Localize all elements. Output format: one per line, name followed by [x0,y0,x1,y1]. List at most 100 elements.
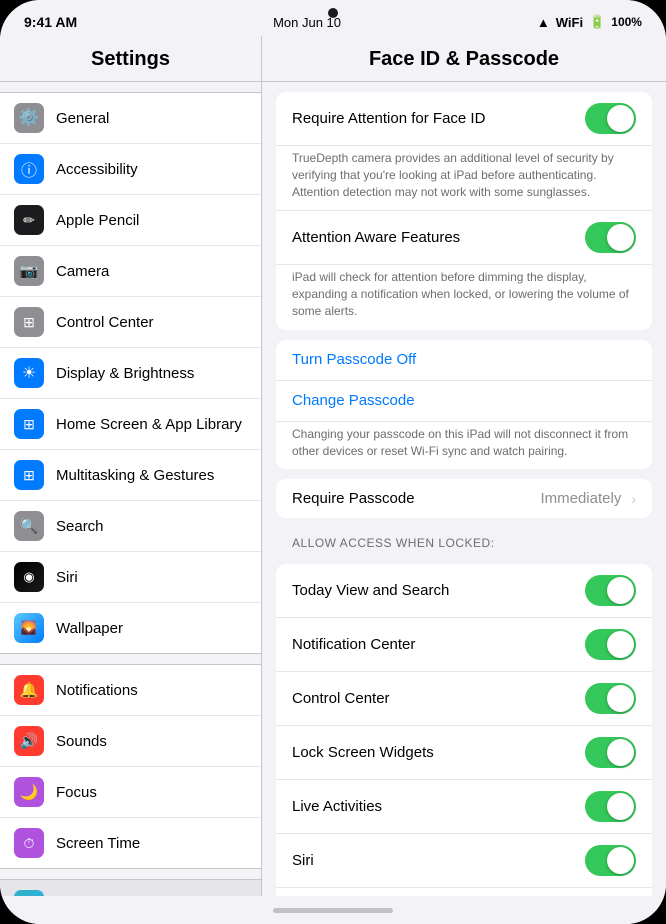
live-activities-knob [607,793,634,820]
sidebar-item-general[interactable]: ⚙️ General [0,93,261,144]
sidebar-section-2: 🔔 Notifications 🔊 Sounds 🌙 Focus ⏱ Scree… [0,664,261,869]
sidebar-item-siri[interactable]: ◉ Siri [0,552,261,603]
notifications-icon: 🔔 [14,675,44,705]
camera-label: Camera [56,263,109,280]
live-activities-label: Live Activities [292,798,585,815]
turn-passcode-off-row[interactable]: Turn Passcode Off [276,340,652,381]
require-attention-knob [607,105,634,132]
accessibility-icon: ⓘ [14,154,44,184]
status-bar: 9:41 AM Mon Jun 10 ▲ WiFi 🔋 100% [0,0,666,36]
require-passcode-row[interactable]: Require Passcode Immediately › [276,479,652,518]
attention-aware-knob [607,224,634,251]
sidebar-item-focus[interactable]: 🌙 Focus [0,767,261,818]
apple-pencil-label: Apple Pencil [56,212,139,229]
sidebar-title: Settings [0,36,261,82]
control-center-locked-toggle[interactable] [585,683,636,714]
control-center-label: Control Center [56,314,154,331]
attention-aware-row: Attention Aware Features [276,210,652,265]
require-attention-toggle[interactable] [585,103,636,134]
front-camera [328,8,338,18]
sounds-icon: 🔊 [14,726,44,756]
wifi-icon: ▲ [537,15,550,30]
multitasking-label: Multitasking & Gestures [56,467,214,484]
detail-title: Face ID & Passcode [262,36,666,82]
wallpaper-label: Wallpaper [56,620,123,637]
require-passcode-label: Require Passcode [292,490,540,507]
status-right: ▲ WiFi 🔋 100% [537,14,642,30]
focus-label: Focus [56,784,97,801]
attention-aware-toggle[interactable] [585,222,636,253]
lock-screen-widgets-knob [607,739,634,766]
today-view-knob [607,577,634,604]
notification-center-label: Notification Center [292,636,585,653]
siri-locked-knob [607,847,634,874]
live-activities-row: Live Activities [276,780,652,834]
control-center-locked-row: Control Center [276,672,652,726]
detail-section-locked-access: Today View and Search Notification Cente… [276,564,652,896]
siri-label: Siri [56,569,78,586]
general-icon: ⚙️ [14,103,44,133]
siri-locked-toggle[interactable] [585,845,636,876]
sidebar-item-control-center[interactable]: ⊞ Control Center [0,297,261,348]
sidebar-item-multitasking[interactable]: ⊞ Multitasking & Gestures [0,450,261,501]
wallpaper-icon: 🌄 [14,613,44,643]
sidebar-item-screen-time[interactable]: ⏱ Screen Time [0,818,261,868]
status-time: 9:41 AM [24,14,77,30]
sounds-label: Sounds [56,733,107,750]
passcode-desc: Changing your passcode on this iPad will… [276,422,652,470]
sidebar-item-notifications[interactable]: 🔔 Notifications [0,665,261,716]
change-passcode-row[interactable]: Change Passcode [276,381,652,422]
control-center-icon: ⊞ [14,307,44,337]
search-icon: 🔍 [14,511,44,541]
today-view-row: Today View and Search [276,564,652,618]
siri-locked-row: Siri [276,834,652,888]
battery-percent: 100% [611,15,642,29]
general-label: General [56,110,109,127]
require-passcode-value: Immediately [540,490,621,507]
apple-pencil-icon: ✏ [14,205,44,235]
camera-icon: 📷 [14,256,44,286]
sidebar-item-accessibility[interactable]: ⓘ Accessibility [0,144,261,195]
screen-time-icon: ⏱ [14,828,44,858]
control-center-locked-knob [607,685,634,712]
require-attention-label: Require Attention for Face ID [292,110,585,127]
sidebar-item-sounds[interactable]: 🔊 Sounds [0,716,261,767]
today-view-label: Today View and Search [292,582,585,599]
detail-section-passcode: Turn Passcode Off Change Passcode Changi… [276,340,652,470]
notification-center-row: Notification Center [276,618,652,672]
require-attention-row: Require Attention for Face ID [276,92,652,146]
sidebar-item-display[interactable]: ☀ Display & Brightness [0,348,261,399]
attention-aware-label: Attention Aware Features [292,229,585,246]
control-center-locked-label: Control Center [292,690,585,707]
screen: 9:41 AM Mon Jun 10 ▲ WiFi 🔋 100% Setting… [0,0,666,924]
sidebar-item-search[interactable]: 🔍 Search [0,501,261,552]
sidebar-item-apple-pencil[interactable]: ✏ Apple Pencil [0,195,261,246]
sidebar: Settings ⚙️ General ⓘ Accessibility ✏ Ap… [0,36,262,896]
lock-screen-widgets-toggle[interactable] [585,737,636,768]
today-view-toggle[interactable] [585,575,636,606]
siri-locked-label: Siri [292,852,585,869]
home-control-row: Home Control [276,888,652,896]
sidebar-item-wallpaper[interactable]: 🌄 Wallpaper [0,603,261,653]
wifi-strength: WiFi [556,15,583,30]
sidebar-section-1: ⚙️ General ⓘ Accessibility ✏ Apple Penci… [0,92,261,654]
notification-center-toggle[interactable] [585,629,636,660]
home-indicator [0,896,666,924]
sidebar-item-camera[interactable]: 📷 Camera [0,246,261,297]
screen-time-label: Screen Time [56,835,140,852]
home-bar [273,908,393,913]
sidebar-item-home-screen[interactable]: ⊞ Home Screen & App Library [0,399,261,450]
accessibility-label: Accessibility [56,161,138,178]
sidebar-item-face-id[interactable]: 👤 Face ID & Passcode [0,880,261,896]
change-passcode-label: Change Passcode [292,392,415,409]
allow-access-label: ALLOW ACCESS WHEN LOCKED: [276,528,652,554]
multitasking-icon: ⊞ [14,460,44,490]
lock-screen-widgets-row: Lock Screen Widgets [276,726,652,780]
notifications-label: Notifications [56,682,138,699]
main-content: Settings ⚙️ General ⓘ Accessibility ✏ Ap… [0,36,666,896]
require-attention-desc: TrueDepth camera provides an additional … [276,146,652,210]
detail-section-require-passcode: Require Passcode Immediately › [276,479,652,518]
live-activities-toggle[interactable] [585,791,636,822]
detail-panel: Face ID & Passcode Require Attention for… [262,36,666,896]
detail-section-attention: Require Attention for Face ID TrueDepth … [276,92,652,330]
